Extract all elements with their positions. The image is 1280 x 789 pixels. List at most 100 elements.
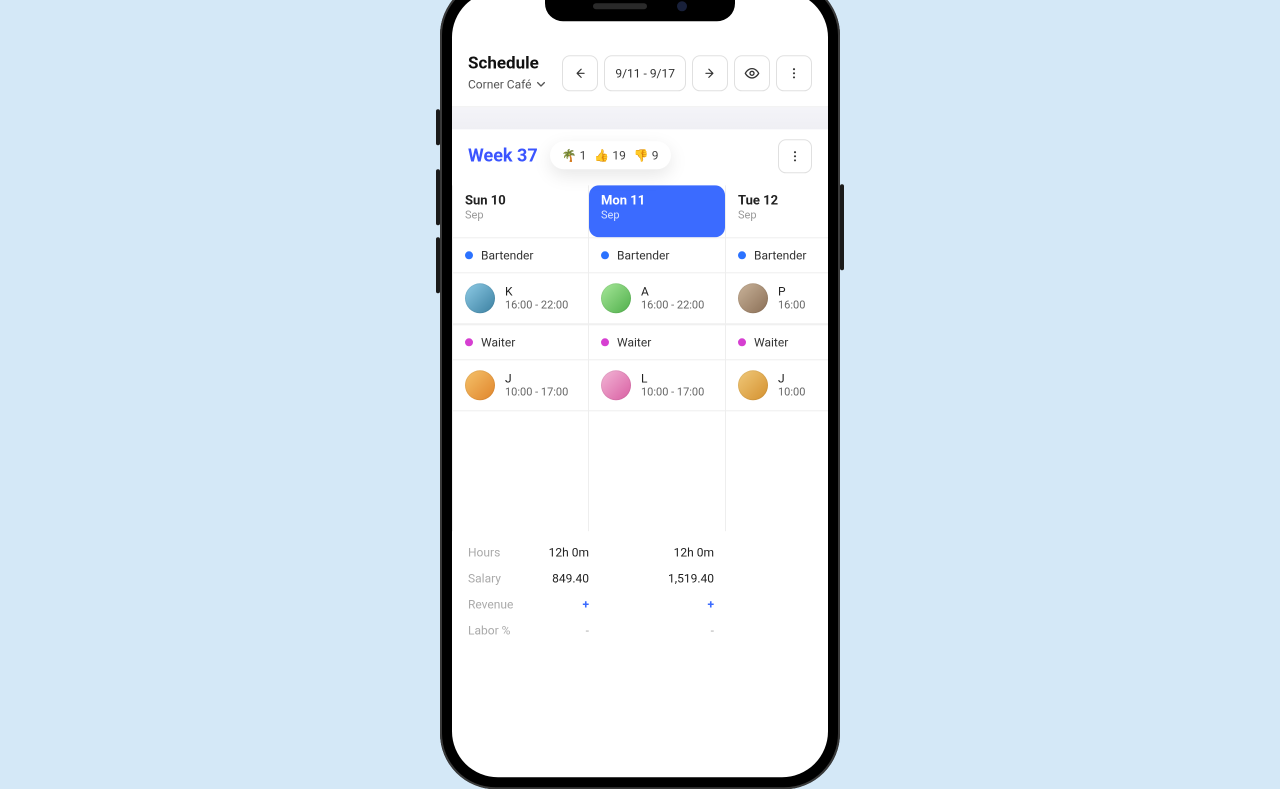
week-stats-pill[interactable]: 🌴1 👍19 👎9: [550, 141, 671, 169]
shift-time: 10:00 - 17:00: [641, 385, 704, 398]
avatar: [465, 370, 495, 400]
role-label: Bartender: [481, 248, 533, 262]
role-label: Bartender: [617, 248, 669, 262]
date-range-label: 9/11 - 9/17: [615, 66, 675, 80]
stat-value: -: [589, 623, 726, 637]
date-range-button[interactable]: 9/11 - 9/17: [604, 55, 686, 91]
stat-label: Revenue: [452, 597, 524, 611]
thumbs-down-icon: 👎: [634, 148, 649, 162]
shift-cell[interactable]: A16:00 - 22:00: [589, 273, 725, 324]
shift-time: 16:00 - 22:00: [641, 298, 704, 311]
stat-value: 1,519.40: [589, 571, 726, 585]
palm-count: 1: [580, 148, 587, 162]
week-more-button[interactable]: [778, 139, 812, 173]
palm-icon: 🌴: [562, 148, 577, 162]
empty-space: [589, 411, 725, 531]
thumbs-up-count: 19: [612, 148, 626, 162]
next-week-button[interactable]: [692, 55, 728, 91]
location-name: Corner Café: [468, 77, 532, 91]
stat-value: 12h 0m: [524, 545, 589, 559]
shift-person: P: [778, 285, 805, 298]
avatar: [738, 370, 768, 400]
role-header: Waiter: [589, 324, 725, 360]
day-name: Mon 11: [601, 193, 713, 208]
role-header: Bartender: [726, 237, 828, 273]
shift-time: 10:00: [778, 385, 805, 398]
day-header[interactable]: Tue 12Sep: [726, 185, 828, 237]
day-month: Sep: [465, 208, 576, 221]
stat-label: Hours: [452, 545, 524, 559]
page-title: Schedule: [468, 53, 546, 73]
thumbs-up-icon: 👍: [594, 148, 609, 162]
day-column: Mon 11SepBartenderA16:00 - 22:00WaiterL1…: [589, 185, 726, 531]
stat-row: Hours 12h 0m 12h 0m: [452, 539, 828, 565]
shift-cell[interactable]: J10:00 - 17:00: [453, 360, 588, 411]
stat-value[interactable]: +: [589, 597, 726, 611]
more-vertical-icon: [788, 149, 802, 163]
eye-icon: [744, 65, 760, 81]
schedule-grid: Sun 10SepBartenderK16:00 - 22:00WaiterJ1…: [452, 185, 828, 531]
stat-row: Revenue + +: [452, 591, 828, 617]
stats-section: Hours 12h 0m 12h 0mSalary 849.40 1,519.4…: [452, 531, 828, 643]
section-divider: [452, 107, 828, 129]
day-name: Tue 12: [738, 193, 828, 208]
day-header[interactable]: Mon 11Sep: [589, 185, 725, 237]
avatar: [601, 283, 631, 313]
stat-value[interactable]: +: [524, 597, 589, 611]
phone-camera: [677, 1, 687, 11]
prev-week-button[interactable]: [562, 55, 598, 91]
avatar: [738, 283, 768, 313]
day-column: Tue 12Sep Bartender P16:00 Waiter J10:00: [726, 185, 828, 531]
stat-value: -: [524, 623, 589, 637]
day-header[interactable]: Sun 10Sep: [453, 185, 588, 237]
role-header: Waiter: [453, 324, 588, 360]
arrow-right-icon: [703, 66, 717, 80]
avatar: [601, 370, 631, 400]
location-selector[interactable]: Corner Café: [468, 77, 546, 91]
role-dot-icon: [465, 251, 473, 259]
stat-value: 12h 0m: [589, 545, 726, 559]
role-label: Waiter: [617, 335, 651, 349]
shift-cell[interactable]: K16:00 - 22:00: [453, 273, 588, 324]
shift-person: A: [641, 285, 704, 298]
stat-row: Labor % - -: [452, 617, 828, 643]
thumbs-down-count: 9: [652, 148, 659, 162]
role-header: Bartender: [453, 237, 588, 273]
stat-value: 849.40: [524, 571, 589, 585]
day-column: Sun 10SepBartenderK16:00 - 22:00WaiterJ1…: [452, 185, 589, 531]
week-label[interactable]: Week 37: [468, 145, 538, 166]
role-label: Waiter: [754, 335, 788, 349]
phone-screen: Schedule Corner Café 9/11 - 9/17: [452, 0, 828, 777]
role-header: Bartender: [589, 237, 725, 273]
role-dot-icon: [738, 338, 746, 346]
more-vertical-icon: [787, 66, 801, 80]
role-label: Bartender: [754, 248, 806, 262]
phone-speaker: [593, 3, 647, 9]
shift-cell[interactable]: P16:00: [726, 273, 828, 324]
shift-person: L: [641, 372, 704, 385]
shift-person: J: [778, 372, 805, 385]
phone-side-button: [840, 184, 844, 270]
arrow-left-icon: [573, 66, 587, 80]
role-header: Waiter: [726, 324, 828, 360]
shift-cell[interactable]: J10:00: [726, 360, 828, 411]
phone-notch: [545, 0, 735, 21]
empty-space: [726, 411, 828, 531]
shift-time: 16:00 - 22:00: [505, 298, 568, 311]
shift-time: 10:00 - 17:00: [505, 385, 568, 398]
stat-label: Labor %: [452, 623, 524, 637]
role-dot-icon: [738, 251, 746, 259]
day-month: Sep: [738, 208, 828, 221]
phone-side-button: [436, 169, 440, 225]
shift-person: K: [505, 285, 568, 298]
shift-cell[interactable]: L10:00 - 17:00: [589, 360, 725, 411]
role-dot-icon: [601, 251, 609, 259]
shift-time: 16:00: [778, 298, 805, 311]
visibility-button[interactable]: [734, 55, 770, 91]
stat-label: Salary: [452, 571, 524, 585]
more-button[interactable]: [776, 55, 812, 91]
days-row[interactable]: Sun 10SepBartenderK16:00 - 22:00WaiterJ1…: [452, 185, 828, 531]
avatar: [465, 283, 495, 313]
week-bar: Week 37 🌴1 👍19 👎9: [452, 129, 828, 185]
stat-row: Salary 849.40 1,519.40: [452, 565, 828, 591]
